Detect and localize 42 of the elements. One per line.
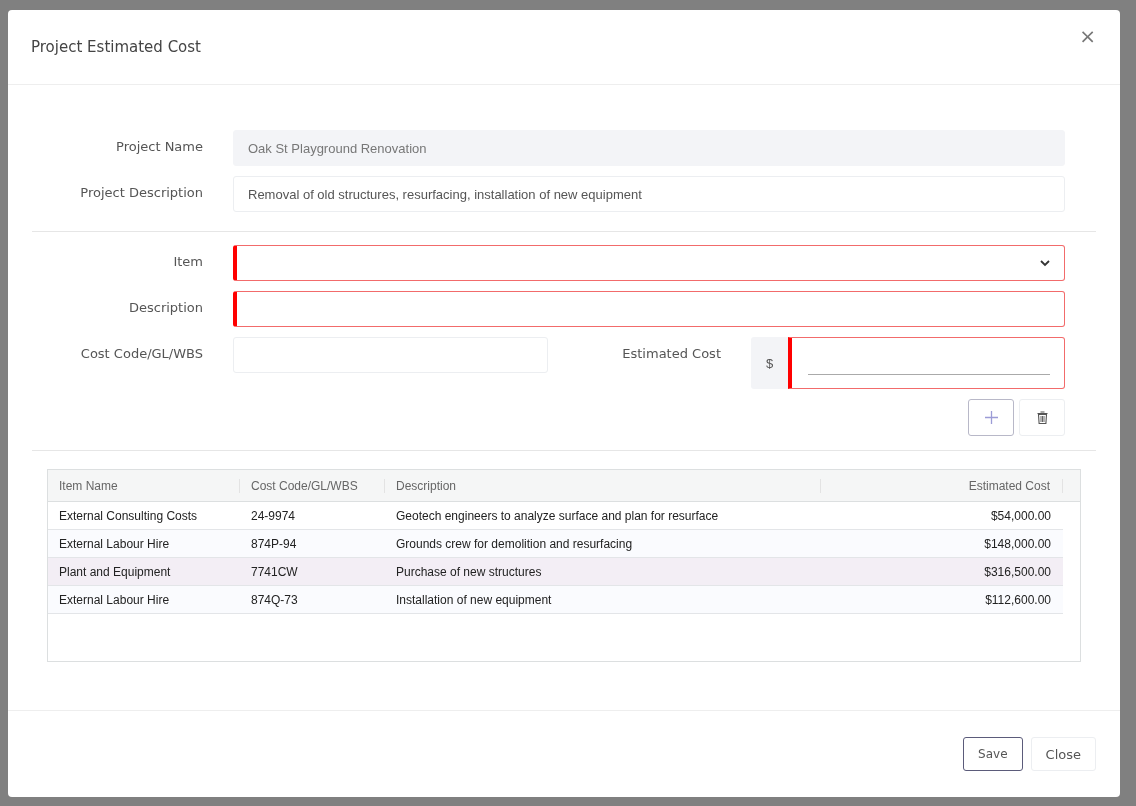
table-cell: 7741CW (251, 564, 298, 579)
add-button[interactable] (968, 399, 1014, 436)
description-field[interactable] (233, 291, 1065, 327)
table-cell: External Consulting Costs (59, 508, 198, 523)
close-button[interactable]: Close (1030, 737, 1096, 771)
chevron-down-icon (1040, 259, 1050, 267)
estimated-cost-field[interactable] (788, 337, 1065, 389)
column-header[interactable]: Cost Code/GL/WBS (251, 478, 358, 493)
table-cell: External Labour Hire (59, 592, 170, 607)
input-field[interactable]: Removal of old structures, resurfacing, installation of new equipment (233, 176, 1065, 212)
item-select[interactable] (233, 245, 1065, 281)
field-label: Description (127, 299, 203, 317)
table-cell: Grounds crew for demolition and resurfacing (396, 536, 633, 551)
table-cell: External Labour Hire (59, 536, 170, 551)
table-cell: Purchase of new structures (396, 564, 542, 579)
field-label: Project Name (115, 138, 203, 156)
trash-icon (1036, 411, 1048, 424)
currency-prefix: $ (751, 337, 788, 389)
table-cell: Installation of new equipment (396, 592, 552, 607)
table-cell: 24-9974 (251, 508, 296, 523)
save-button[interactable]: Save (963, 737, 1023, 771)
table-cell: 874P-94 (251, 536, 297, 551)
field-label: Cost Code/GL/WBS (79, 345, 203, 363)
table-row[interactable]: External Labour Hire 874Q-73 Installation of new equipment $112,600.00 (48, 586, 1063, 614)
table-cell: $54,000.00 (990, 508, 1051, 523)
table-cell: Geotech engineers to analyze surface and plan for resurface (396, 508, 719, 523)
field-label: Estimated Cost (621, 345, 721, 361)
table-cell: $316,500.00 (984, 564, 1051, 579)
table-row[interactable]: Plant and Equipment 7741CW Purchase of new structures $316,500.00 (48, 558, 1063, 586)
table-row[interactable]: External Labour Hire 874P-94 Grounds crew for demolition and resurfacing $148,000.00 (48, 530, 1063, 558)
field-label: Item (172, 253, 203, 271)
table-cell: $148,000.00 (984, 536, 1051, 551)
dialog-title: Project Estimated Cost (31, 38, 201, 56)
column-header[interactable]: Description (396, 478, 457, 493)
field-label: Project Description (79, 184, 203, 202)
column-header[interactable]: Item Name (59, 478, 118, 493)
plus-icon (984, 411, 998, 424)
table-cell: 874Q-73 (251, 592, 298, 607)
column-header[interactable]: Estimated Cost (968, 478, 1050, 493)
table-cell: $112,600.00 (985, 592, 1051, 607)
table-cell: Plant and Equipment (59, 564, 171, 579)
delete-button[interactable] (1019, 399, 1065, 436)
